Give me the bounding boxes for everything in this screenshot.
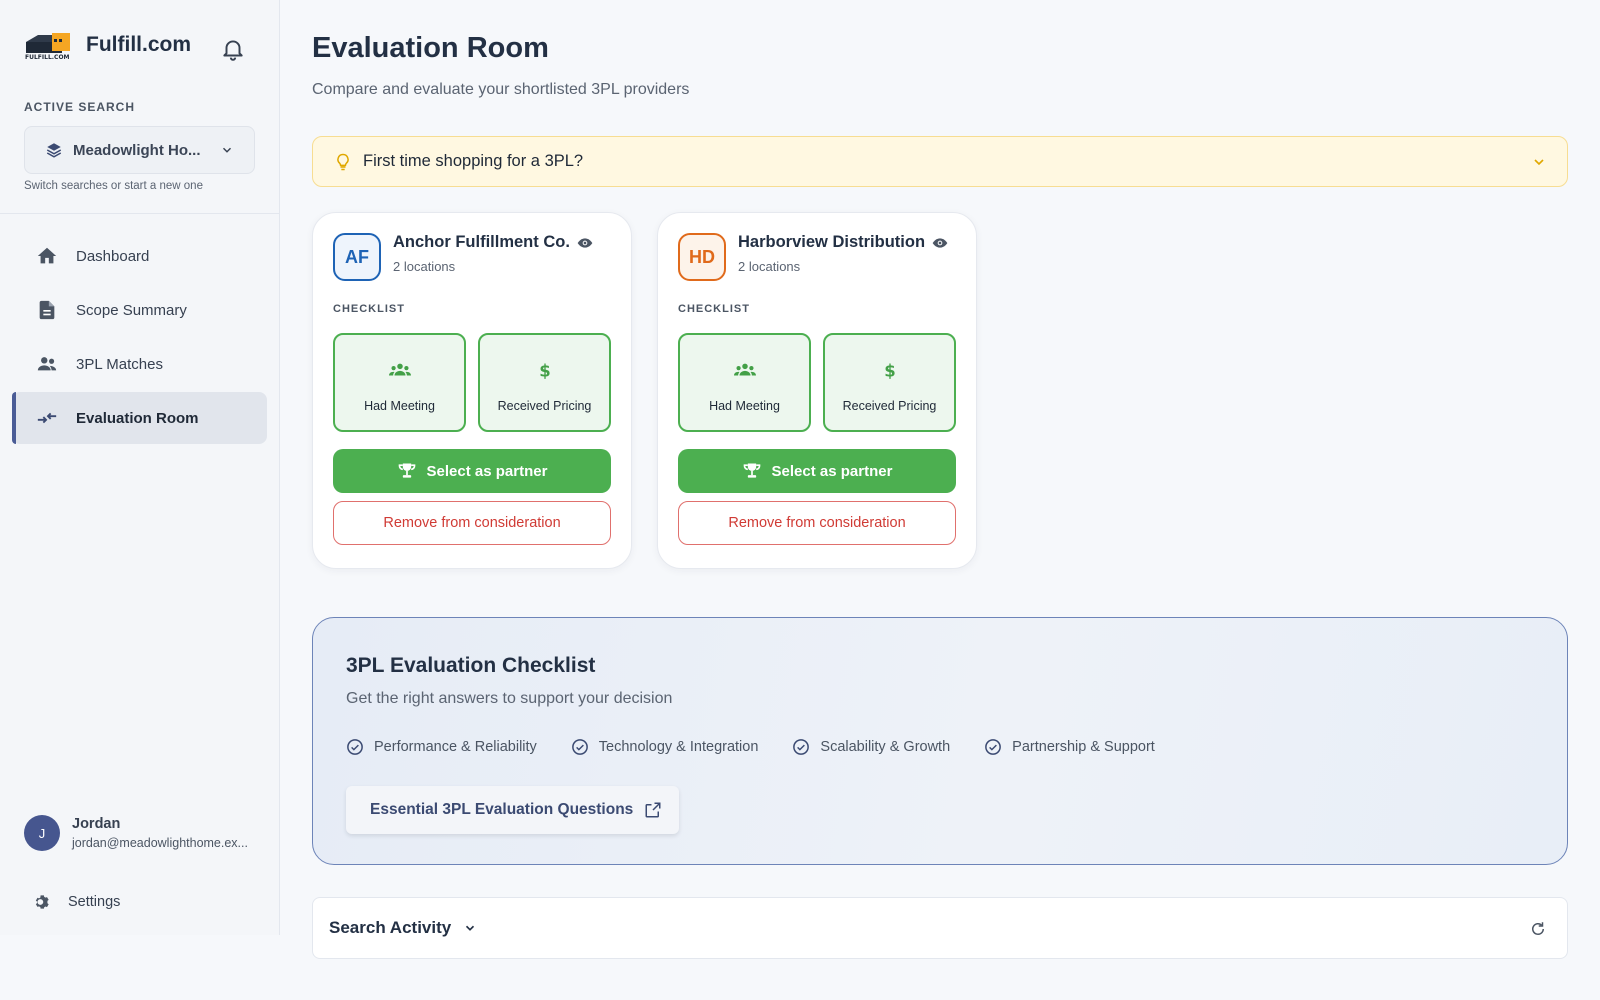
trophy-icon <box>743 463 760 478</box>
sidebar-item-label: Dashboard <box>76 247 150 265</box>
svg-text:$: $ <box>539 361 550 379</box>
checklist-item-label: Scalability & Growth <box>820 739 951 755</box>
svg-text:$: $ <box>884 361 895 379</box>
sidebar-nav: Dashboard Scope Summary 3PL Matches Eval… <box>12 230 267 446</box>
fulfill-logo-icon: FULFILL.COM <box>25 33 70 60</box>
provider-initials-badge: HD <box>678 233 726 281</box>
sidebar-divider <box>0 213 280 214</box>
had-meeting-tile[interactable]: Had Meeting <box>678 333 811 432</box>
brand-name: Fulfill.com <box>86 33 191 56</box>
provider-name-text: Harborview Distribution <box>738 233 926 251</box>
page-title: Evaluation Room <box>312 32 549 64</box>
select-partner-label: Select as partner <box>771 462 893 480</box>
select-partner-button[interactable]: Select as partner <box>333 449 611 493</box>
page-subtitle: Compare and evaluate your shortlisted 3P… <box>312 81 690 98</box>
external-link-icon <box>645 802 661 818</box>
checklist-item-label: Technology & Integration <box>598 739 759 755</box>
home-icon <box>37 247 57 264</box>
checklist-label: CHECKLIST <box>678 303 750 315</box>
settings-label: Settings <box>68 894 121 910</box>
meeting-group-icon <box>388 363 411 376</box>
checklist-item: Performance & Reliability <box>346 738 537 756</box>
search-activity-label: Search Activity <box>329 918 452 937</box>
search-activity-section[interactable]: Search Activity <box>312 897 1568 959</box>
sidebar-item-label: Scope Summary <box>76 301 187 319</box>
checklist-item-label: Performance & Reliability <box>374 739 537 755</box>
bell-icon[interactable] <box>220 36 246 62</box>
user-email: jordan@meadowlighthome.ex... <box>72 836 248 850</box>
sidebar: FULFILL.COM Fulfill.com ACTIVE SEARCH Me… <box>0 0 280 935</box>
active-search-label: ACTIVE SEARCH <box>24 100 136 114</box>
avatar: J <box>24 815 60 851</box>
sidebar-item-label: Evaluation Room <box>76 409 199 427</box>
user-name: Jordan <box>72 816 121 832</box>
brand[interactable]: FULFILL.COM Fulfill.com <box>24 30 191 60</box>
active-search-value: Meadowlight Ho... <box>73 141 201 159</box>
tile-label: Had Meeting <box>364 399 435 413</box>
settings-link[interactable]: Settings <box>32 892 120 912</box>
received-pricing-tile[interactable]: $ Received Pricing <box>823 333 956 432</box>
refresh-icon[interactable] <box>1529 920 1547 938</box>
received-pricing-tile[interactable]: $ Received Pricing <box>478 333 611 432</box>
dollar-icon: $ <box>539 361 550 379</box>
provider-locations: 2 locations <box>393 259 456 274</box>
checklist-items: Performance & Reliability Technology & I… <box>346 738 1189 756</box>
compare-arrows-icon <box>37 412 57 424</box>
check-circle-icon <box>347 739 363 755</box>
checklist-subtitle: Get the right answers to support your de… <box>346 690 673 707</box>
provider-card: HD Harborview Distribution 2 locations C… <box>657 212 977 569</box>
evaluation-checklist-panel: 3PL Evaluation Checklist Get the right a… <box>312 617 1568 865</box>
provider-name[interactable]: Anchor Fulfillment Co. <box>393 233 593 252</box>
checklist-label: CHECKLIST <box>333 303 405 315</box>
provider-card: AF Anchor Fulfillment Co. 2 locations CH… <box>312 212 632 569</box>
provider-name[interactable]: Harborview Distribution <box>738 233 948 252</box>
provider-name-text: Anchor Fulfillment Co. <box>393 233 570 251</box>
layers-icon <box>46 143 62 158</box>
chevron-down-icon <box>222 147 232 153</box>
provider-locations: 2 locations <box>738 259 801 274</box>
checklist-title: 3PL Evaluation Checklist <box>346 654 596 677</box>
evaluation-questions-link[interactable]: Essential 3PL Evaluation Questions <box>346 786 679 834</box>
tile-label: Received Pricing <box>842 399 937 413</box>
evaluation-questions-label: Essential 3PL Evaluation Questions <box>370 801 634 818</box>
checklist-item: Technology & Integration <box>571 738 759 756</box>
sidebar-item-evaluation-room[interactable]: Evaluation Room <box>12 392 267 444</box>
had-meeting-tile[interactable]: Had Meeting <box>333 333 466 432</box>
sidebar-item-label: 3PL Matches <box>76 355 163 373</box>
sidebar-item-3pl-matches[interactable]: 3PL Matches <box>12 338 267 390</box>
lightbulb-icon <box>337 153 349 170</box>
tip-text: First time shopping for a 3PL? <box>363 152 584 170</box>
first-time-tip-banner[interactable]: First time shopping for a 3PL? <box>312 136 1568 187</box>
active-search-select[interactable]: Meadowlight Ho... <box>24 126 255 174</box>
chevron-down-icon <box>1534 158 1544 165</box>
check-circle-icon <box>793 739 810 755</box>
sidebar-item-dashboard[interactable]: Dashboard <box>12 230 267 282</box>
provider-initials-badge: AF <box>333 233 381 281</box>
gear-icon <box>35 895 49 909</box>
select-partner-button[interactable]: Select as partner <box>678 449 956 493</box>
document-icon <box>39 300 55 320</box>
chevron-down-icon <box>466 925 475 931</box>
svg-text:FULFILL.COM: FULFILL.COM <box>25 54 70 60</box>
checklist-item: Scalability & Growth <box>792 738 950 756</box>
eye-icon[interactable] <box>577 237 593 249</box>
remove-from-consideration-button[interactable]: Remove from consideration <box>333 501 611 545</box>
check-circle-icon <box>985 739 1002 755</box>
user-profile[interactable]: J Jordan jordan@meadowlighthome.ex... <box>24 815 248 851</box>
checklist-item-label: Partnership & Support <box>1012 739 1155 755</box>
meeting-group-icon <box>733 363 756 376</box>
select-partner-label: Select as partner <box>426 462 548 480</box>
remove-from-consideration-button[interactable]: Remove from consideration <box>678 501 956 545</box>
checklist-item: Partnership & Support <box>984 738 1155 756</box>
eye-icon[interactable] <box>932 237 948 249</box>
switch-hint: Switch searches or start a new one <box>24 180 203 192</box>
tile-label: Received Pricing <box>497 399 592 413</box>
trophy-icon <box>398 463 415 478</box>
check-circle-icon <box>571 739 588 755</box>
dollar-icon: $ <box>884 361 895 379</box>
sidebar-item-scope-summary[interactable]: Scope Summary <box>12 284 267 336</box>
tile-label: Had Meeting <box>709 399 780 413</box>
people-icon <box>37 357 57 371</box>
